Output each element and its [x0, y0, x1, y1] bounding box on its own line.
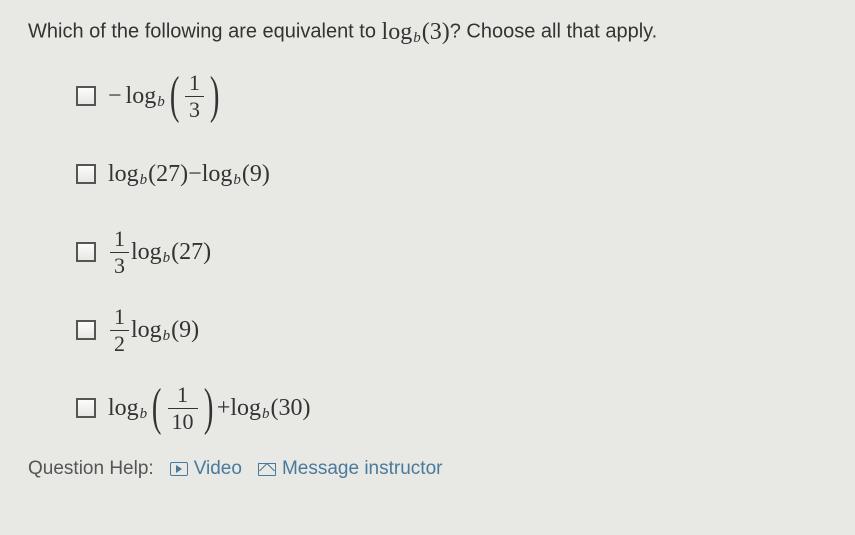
log-subscript: b — [262, 407, 270, 422]
checkbox-d[interactable] — [76, 320, 96, 340]
question-help: Question Help: Video Message instructor — [28, 458, 827, 480]
message-instructor-link[interactable]: Message instructor — [258, 458, 443, 480]
denominator: 10 — [168, 409, 198, 433]
log-arg: (30) — [271, 396, 311, 420]
denominator: 3 — [110, 253, 129, 277]
numerator: 1 — [168, 383, 198, 408]
video-icon — [170, 462, 188, 476]
log-subscript: b — [163, 251, 171, 266]
prompt-pre: Which of the following are equivalent to — [28, 20, 382, 42]
fraction: 1 3 — [185, 71, 204, 120]
minus-sign: − — [108, 84, 122, 108]
option-d: 1 2 logb(9) — [76, 302, 827, 358]
log-subscript: b — [163, 329, 171, 344]
denominator: 3 — [185, 97, 204, 121]
log-subscript: b — [233, 173, 241, 188]
log-text: log — [382, 20, 413, 44]
fraction: 1 2 — [110, 305, 129, 354]
fraction: 1 3 — [110, 227, 129, 276]
option-b: logb(27) − logb(9) — [76, 146, 827, 202]
checkbox-b[interactable] — [76, 164, 96, 184]
numerator: 1 — [110, 305, 129, 330]
checkbox-a[interactable] — [76, 86, 96, 106]
envelope-icon — [258, 463, 276, 476]
video-link[interactable]: Video — [170, 458, 242, 480]
log-text: log — [126, 84, 157, 108]
option-d-expr: 1 2 logb(9) — [108, 305, 199, 354]
log-text: log — [131, 240, 162, 264]
log-text: log — [108, 162, 139, 186]
minus-sign: − — [188, 162, 202, 186]
plus-sign: + — [217, 396, 231, 420]
log-subscript: b — [413, 31, 421, 46]
log-arg: (27) — [171, 240, 211, 264]
log-subscript: b — [140, 407, 148, 422]
prompt-post: ? Choose all that apply. — [450, 20, 658, 42]
denominator: 2 — [110, 331, 129, 355]
left-paren: ( — [170, 78, 180, 114]
checkbox-c[interactable] — [76, 242, 96, 262]
log-text: log — [131, 318, 162, 342]
help-label: Question Help: — [28, 458, 154, 480]
log-arg: (3) — [422, 20, 450, 44]
log-text: log — [202, 162, 233, 186]
log-arg: (9) — [171, 318, 199, 342]
fraction: 1 10 — [168, 383, 198, 432]
right-paren: ) — [203, 390, 213, 426]
log-text: log — [230, 396, 261, 420]
option-a-expr: − logb ( 1 3 ) — [108, 71, 223, 120]
option-e-expr: logb ( 1 10 ) + logb(30) — [108, 383, 311, 432]
options-list: − logb ( 1 3 ) logb(27) − logb(9) 1 3 lo… — [76, 68, 827, 436]
option-a: − logb ( 1 3 ) — [76, 68, 827, 124]
option-b-expr: logb(27) − logb(9) — [108, 162, 270, 186]
log-subscript: b — [140, 173, 148, 188]
prompt-expression: logb(3) — [382, 20, 450, 44]
log-subscript: b — [157, 95, 165, 110]
numerator: 1 — [185, 71, 204, 96]
option-c-expr: 1 3 logb(27) — [108, 227, 211, 276]
left-paren: ( — [152, 390, 162, 426]
message-label: Message instructor — [282, 458, 443, 480]
log-arg: (9) — [242, 162, 270, 186]
right-paren: ) — [210, 78, 220, 114]
checkbox-e[interactable] — [76, 398, 96, 418]
log-text: log — [108, 396, 139, 420]
video-label: Video — [194, 458, 242, 480]
log-arg: (27) — [148, 162, 188, 186]
question-prompt: Which of the following are equivalent to… — [28, 20, 827, 44]
option-c: 1 3 logb(27) — [76, 224, 827, 280]
option-e: logb ( 1 10 ) + logb(30) — [76, 380, 827, 436]
numerator: 1 — [110, 227, 129, 252]
